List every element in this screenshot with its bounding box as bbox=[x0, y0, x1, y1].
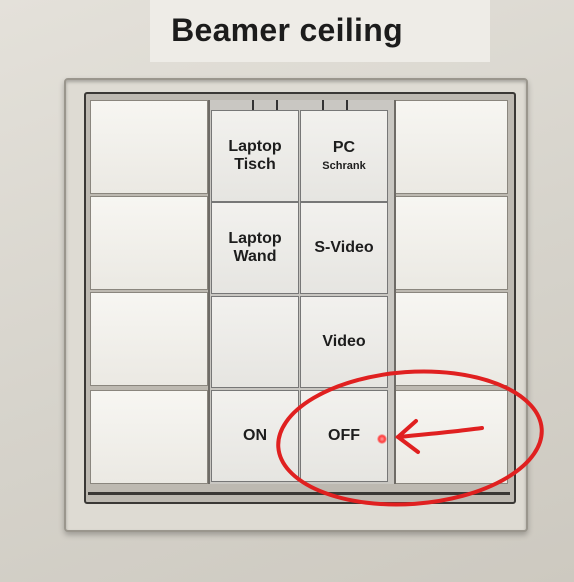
highlight-circle bbox=[276, 369, 544, 507]
arrow-icon bbox=[394, 419, 484, 454]
annotation-overlay bbox=[276, 369, 544, 507]
